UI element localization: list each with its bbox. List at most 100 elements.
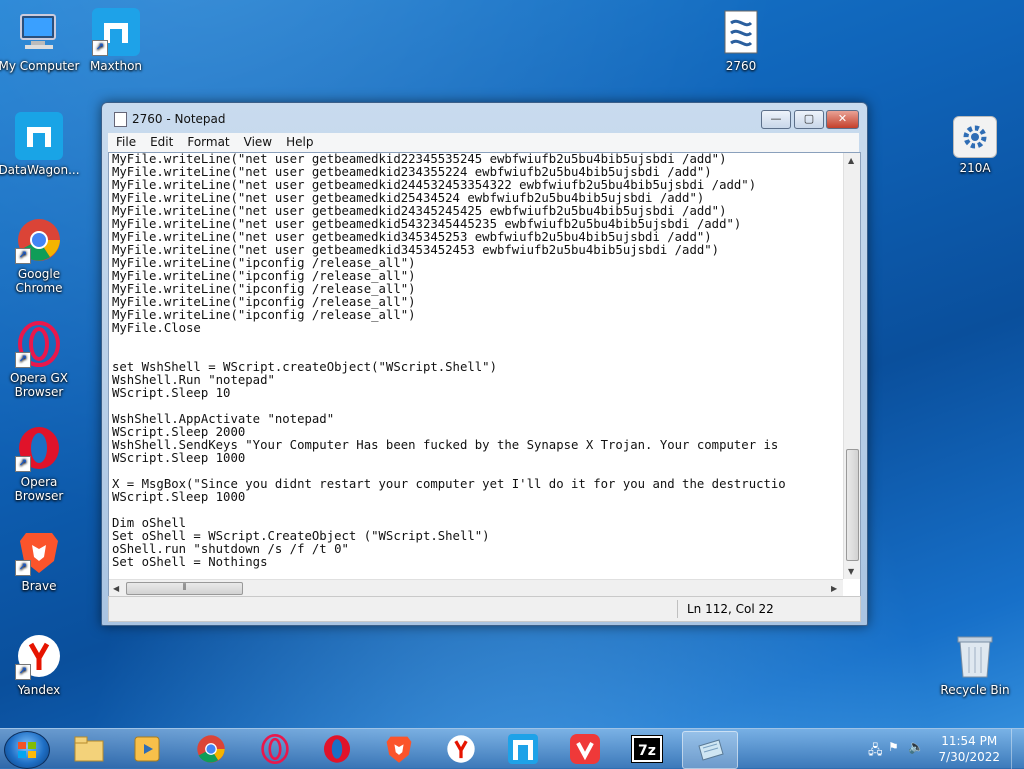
shortcut-arrow-icon: ↗ (15, 352, 31, 368)
desktop-icon-yandex[interactable]: ↗ Yandex (0, 632, 81, 697)
vertical-scroll-thumb[interactable] (846, 449, 859, 561)
maxthon-icon (508, 734, 538, 764)
desktop-icon-label: Yandex (17, 683, 61, 697)
taskbar-7zip[interactable]: 7z (620, 731, 674, 767)
settings-file-icon (953, 116, 997, 158)
start-button[interactable] (4, 731, 50, 769)
shortcut-arrow-icon: ↗ (15, 664, 31, 680)
opera-gx-icon (261, 734, 289, 764)
opera-icon (323, 735, 351, 763)
taskbar: 7z 🖧 ⚑ 🔈 11:54 PM 7/30/2022 (0, 728, 1024, 769)
action-center-flag-icon[interactable]: ⚑ (888, 740, 899, 754)
vertical-scrollbar[interactable]: ▲ ▼ (843, 153, 860, 579)
windows-logo-icon (18, 742, 36, 758)
desktop-icon-label: Brave (21, 579, 57, 593)
menu-edit[interactable]: Edit (142, 133, 179, 149)
close-button[interactable]: ✕ (826, 110, 859, 129)
scroll-up-icon[interactable]: ▲ (848, 156, 854, 165)
vivaldi-icon (570, 734, 600, 764)
opera-icon: ↗ (15, 424, 63, 472)
desktop-icon-label: My Computer (0, 59, 80, 73)
clock-time: 11:54 PM (941, 734, 998, 748)
scroll-left-icon[interactable]: ◀ (113, 584, 119, 593)
volume-icon[interactable]: 🔈 (908, 740, 924, 755)
desktop-icon-2760[interactable]: 2760 (699, 8, 783, 73)
maxthon-icon: ↗ (92, 8, 140, 56)
7zip-icon: 7z (631, 735, 663, 763)
desktop-icon-label: Google Chrome (15, 267, 63, 295)
menu-file[interactable]: File (108, 133, 142, 149)
editor-line: Set oShell = Nothings (112, 555, 268, 569)
brave-icon (386, 736, 412, 763)
chrome-icon: ↗ (15, 216, 63, 264)
opera-gx-icon: ↗ (15, 320, 63, 368)
editor-line: WScript.Sleep 1000 (112, 451, 246, 465)
show-desktop-button[interactable] (1011, 729, 1024, 769)
recycle-bin-icon (951, 632, 999, 680)
editor-line: MyFile.Close (112, 321, 201, 335)
taskbar-yandex[interactable] (434, 731, 488, 767)
editor-line: WScript.Sleep 1000 (112, 490, 246, 504)
system-tray: 🖧 ⚑ 🔈 11:54 PM 7/30/2022 (854, 729, 1024, 769)
notepad-icon (698, 739, 724, 761)
text-editor[interactable]: MyFile.writeLine("net user getbeamedkid2… (108, 152, 861, 598)
network-icon[interactable]: 🖧 (868, 741, 883, 763)
desktop-icon-opera-gx[interactable]: ↗ Opera GX Browser (0, 320, 81, 399)
notepad-icon (114, 112, 127, 127)
horizontal-scrollbar[interactable]: ◀ ⦀ ▶ (109, 579, 843, 597)
taskbar-explorer[interactable] (62, 731, 116, 767)
editor-line: MyFile.writeLine("ipconfig /release_all"… (112, 308, 416, 322)
desktop-icon-google-chrome[interactable]: ↗ Google Chrome (0, 216, 81, 295)
menu-format[interactable]: Format (179, 133, 235, 149)
computer-icon (15, 8, 63, 56)
taskbar-vivaldi[interactable] (558, 731, 612, 767)
desktop-icon-recycle-bin[interactable]: Recycle Bin (933, 632, 1017, 697)
desktop-icon-210a[interactable]: 210A (933, 116, 1017, 175)
shortcut-arrow-icon: ↗ (15, 560, 31, 576)
taskbar-opera[interactable] (310, 731, 364, 767)
scroll-right-icon[interactable]: ▶ (831, 584, 837, 593)
taskbar-notepad[interactable] (682, 731, 738, 769)
yandex-icon (447, 735, 475, 763)
horizontal-scroll-thumb[interactable]: ⦀ (126, 582, 243, 595)
desktop-icon-opera[interactable]: ↗ Opera Browser (0, 424, 81, 503)
desktop-icon-label: 2760 (725, 59, 757, 73)
desktop-icon-maxthon[interactable]: ↗ Maxthon (74, 8, 158, 73)
maximize-button[interactable]: ▢ (794, 110, 824, 129)
media-player-icon (134, 736, 160, 762)
desktop-icon-brave[interactable]: ↗ Brave (0, 528, 81, 593)
chrome-icon (197, 735, 225, 763)
shortcut-arrow-icon: ↗ (92, 40, 108, 56)
taskbar-maxthon[interactable] (496, 731, 550, 767)
cursor-position: Ln 112, Col 22 (687, 602, 774, 616)
taskbar-media-player[interactable] (120, 731, 174, 767)
desktop-icon-label: 210A (959, 161, 991, 175)
desktop-icon-label: DataWagon... (0, 163, 80, 177)
shortcut-arrow-icon: ↗ (15, 456, 31, 472)
taskbar-opera-gx[interactable] (248, 731, 302, 767)
yandex-icon: ↗ (15, 632, 63, 680)
minimize-button[interactable]: — (761, 110, 791, 129)
clock[interactable]: 11:54 PM 7/30/2022 (938, 733, 1000, 765)
menu-bar: File Edit Format View Help (108, 133, 859, 152)
desktop-icon-label: Opera Browser (14, 475, 64, 503)
status-separator (677, 600, 678, 618)
window-title: 2760 - Notepad (132, 112, 226, 126)
taskbar-chrome[interactable] (184, 731, 238, 767)
menu-view[interactable]: View (236, 133, 278, 149)
desktop-icon-datawagon[interactable]: DataWagon... (0, 112, 81, 177)
datawagon-icon (15, 112, 63, 160)
explorer-icon (74, 736, 104, 762)
brave-icon: ↗ (15, 528, 63, 576)
desktop-icon-my-computer[interactable]: My Computer (0, 8, 81, 73)
status-bar: Ln 112, Col 22 (108, 596, 861, 622)
title-bar[interactable]: 2760 - Notepad — ▢ ✕ (102, 103, 867, 133)
menu-help[interactable]: Help (278, 133, 319, 149)
desktop-icon-label: Opera GX Browser (9, 371, 69, 399)
editor-text[interactable]: MyFile.writeLine("net user getbeamedkid2… (112, 153, 842, 579)
taskbar-brave[interactable] (372, 731, 426, 767)
scroll-down-icon[interactable]: ▼ (848, 567, 854, 576)
notepad-window[interactable]: 2760 - Notepad — ▢ ✕ File Edit Format View H… (101, 102, 868, 626)
